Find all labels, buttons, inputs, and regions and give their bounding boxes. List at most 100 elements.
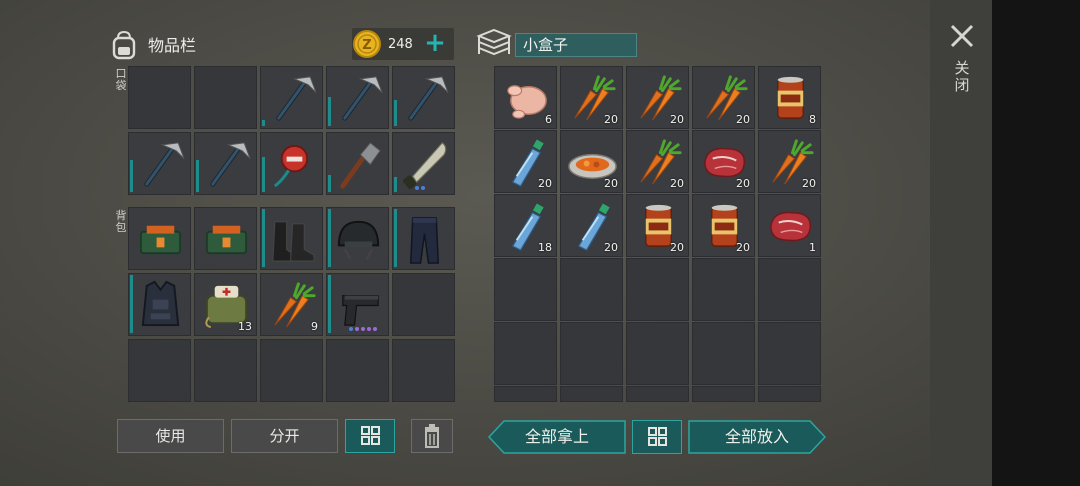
container-slot[interactable]: 20 bbox=[692, 66, 755, 129]
container-name-field[interactable]: 小盒子 bbox=[515, 33, 637, 57]
stack-count: 20 bbox=[670, 113, 684, 126]
armor-vest-icon bbox=[133, 278, 188, 333]
container-slot[interactable] bbox=[494, 322, 557, 385]
container-slot[interactable] bbox=[692, 386, 755, 402]
container-slot[interactable]: 20 bbox=[626, 130, 689, 193]
use-button[interactable]: 使用 bbox=[117, 419, 224, 453]
svg-text:Z: Z bbox=[362, 38, 371, 53]
sort-container-button[interactable] bbox=[632, 420, 682, 454]
backpack-icon bbox=[112, 30, 136, 60]
machete-icon bbox=[397, 137, 452, 192]
trash-button[interactable] bbox=[411, 419, 453, 453]
stack-count: 20 bbox=[802, 177, 816, 190]
pocket-slot[interactable] bbox=[260, 132, 323, 195]
container-slot[interactable] bbox=[758, 258, 821, 321]
stack-count: 20 bbox=[604, 113, 618, 126]
backpack-slot[interactable] bbox=[326, 339, 389, 402]
pocket-slot[interactable] bbox=[260, 66, 323, 129]
hatchet-icon bbox=[331, 71, 386, 126]
pocket-slot[interactable] bbox=[194, 132, 257, 195]
backpack-slot[interactable]: 9 bbox=[260, 273, 323, 336]
durability-bar bbox=[130, 160, 133, 192]
container-slot[interactable]: 20 bbox=[494, 130, 557, 193]
add-coins-button[interactable]: + bbox=[422, 30, 448, 56]
container-slot[interactable] bbox=[494, 258, 557, 321]
pocket-slot[interactable] bbox=[194, 66, 257, 129]
container-slot[interactable]: 20 bbox=[692, 130, 755, 193]
hatchet-icon bbox=[265, 71, 320, 126]
put-all-button[interactable]: 全部放入 bbox=[688, 420, 827, 454]
backpack-label: 背包 bbox=[115, 209, 127, 234]
container-slot[interactable]: 18 bbox=[494, 194, 557, 257]
stack-count: 1 bbox=[809, 241, 816, 254]
sort-inventory-button[interactable] bbox=[345, 419, 395, 453]
container-slot[interactable] bbox=[758, 386, 821, 402]
backpack-slot[interactable] bbox=[128, 339, 191, 402]
durability-bar bbox=[262, 157, 265, 192]
backpack-slot[interactable] bbox=[128, 273, 191, 336]
backpack-slot[interactable] bbox=[326, 207, 389, 270]
stack-count: 20 bbox=[538, 177, 552, 190]
stack-count: 20 bbox=[670, 241, 684, 254]
backpack-slot[interactable] bbox=[392, 207, 455, 270]
container-slot[interactable]: 20 bbox=[560, 66, 623, 129]
pistol-icon bbox=[331, 278, 386, 333]
container-slot[interactable] bbox=[626, 386, 689, 402]
container-slot[interactable] bbox=[560, 258, 623, 321]
backpack-slot[interactable] bbox=[260, 207, 323, 270]
pocket-slot[interactable] bbox=[128, 132, 191, 195]
container-slot[interactable]: 20 bbox=[626, 194, 689, 257]
backpack-slot[interactable] bbox=[128, 207, 191, 270]
durability-bar bbox=[394, 209, 397, 267]
backpack-slot[interactable] bbox=[326, 273, 389, 336]
container-slot[interactable]: 20 bbox=[692, 194, 755, 257]
grid-sort-icon bbox=[361, 426, 380, 445]
put-all-label: 全部放入 bbox=[724, 427, 789, 446]
pocket-slot[interactable] bbox=[326, 66, 389, 129]
container-slot[interactable] bbox=[626, 258, 689, 321]
inventory-header: 物品栏 bbox=[108, 26, 196, 62]
pants-icon bbox=[397, 212, 452, 267]
durability-bar bbox=[196, 160, 199, 192]
container-slot[interactable]: 20 bbox=[560, 194, 623, 257]
container-slot[interactable]: 20 bbox=[560, 130, 623, 193]
durability-bar bbox=[328, 275, 331, 333]
pocket-slot[interactable] bbox=[392, 66, 455, 129]
take-all-button[interactable]: 全部拿上 bbox=[487, 420, 626, 454]
quality-dots bbox=[349, 327, 377, 331]
container-slot[interactable]: 20 bbox=[626, 66, 689, 129]
close-button[interactable] bbox=[946, 20, 978, 52]
helmet-icon bbox=[331, 212, 386, 267]
container-slot[interactable] bbox=[692, 258, 755, 321]
container-slot[interactable] bbox=[560, 322, 623, 385]
durability-bar bbox=[394, 177, 397, 192]
backpack-slot[interactable]: 13 bbox=[194, 273, 257, 336]
coin-count: 248 bbox=[388, 36, 413, 52]
pocket-slot[interactable] bbox=[392, 132, 455, 195]
container-slot[interactable]: 1 bbox=[758, 194, 821, 257]
take-all-label: 全部拿上 bbox=[524, 427, 589, 446]
container-slot[interactable]: 20 bbox=[758, 130, 821, 193]
container-slot[interactable] bbox=[626, 322, 689, 385]
container-slot[interactable] bbox=[692, 322, 755, 385]
backpack-slot[interactable] bbox=[260, 339, 323, 402]
container-slot[interactable]: 8 bbox=[758, 66, 821, 129]
backpack-slot[interactable] bbox=[194, 207, 257, 270]
pocket-slot[interactable] bbox=[128, 66, 191, 129]
backpack-slot[interactable] bbox=[194, 339, 257, 402]
container-slot[interactable]: 6 bbox=[494, 66, 557, 129]
inventory-title: 物品栏 bbox=[148, 36, 197, 55]
container-slot[interactable] bbox=[494, 386, 557, 402]
backpack-slot[interactable] bbox=[392, 273, 455, 336]
stack-count: 20 bbox=[736, 177, 750, 190]
stack-count: 20 bbox=[604, 241, 618, 254]
split-button[interactable]: 分开 bbox=[231, 419, 338, 453]
coin-icon: Z bbox=[353, 30, 381, 58]
backpack-slot[interactable] bbox=[392, 339, 455, 402]
container-slot[interactable] bbox=[758, 322, 821, 385]
screen-edge-bar bbox=[992, 0, 1080, 486]
pocket-slot[interactable] bbox=[326, 132, 389, 195]
shovel-icon bbox=[331, 137, 386, 192]
container-slot[interactable] bbox=[560, 386, 623, 402]
close-icon bbox=[950, 24, 974, 48]
